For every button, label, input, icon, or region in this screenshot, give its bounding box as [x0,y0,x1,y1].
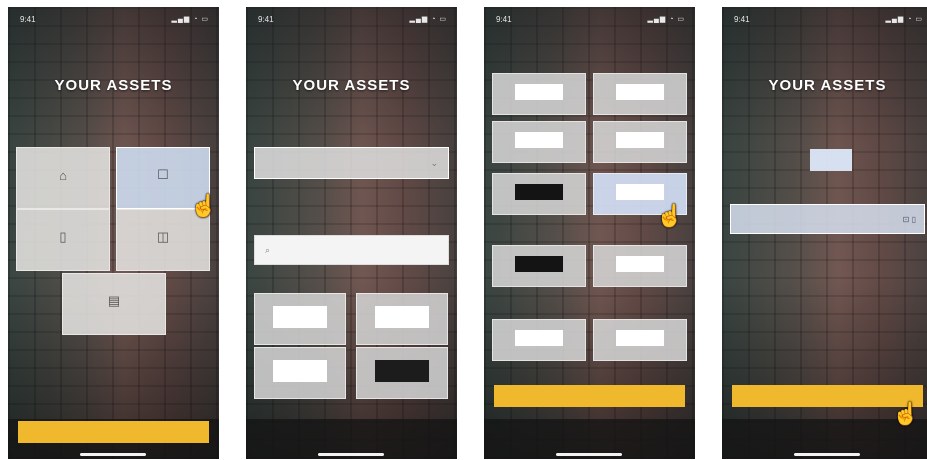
search-icon: ⌕ [265,244,271,255]
brand-tile[interactable] [593,319,687,361]
page-title: YOUR ASSETS [54,77,173,94]
status-icons: ▂▄▆ ◔ ▭ [647,16,685,23]
hand-cursor-icon: ☝ [190,193,218,218]
brand-search-input[interactable]: ⌕ [254,235,449,265]
brand-logo [616,256,664,272]
brand-logo [273,305,327,328]
asset-type-dropdown[interactable]: ⌄ [254,147,449,179]
brand-logo [616,132,664,148]
brand-tile[interactable] [492,73,586,115]
brand-tile[interactable] [356,347,448,399]
brand-logo [375,359,429,382]
brand-logo [515,132,563,148]
brand-tile[interactable] [356,293,448,345]
home-indicator [556,453,622,456]
brand-tile[interactable] [492,121,586,163]
brand-logo [616,184,664,200]
brand-tile[interactable] [593,121,687,163]
brand-tile[interactable] [593,73,687,115]
page-title: YOUR ASSETS [768,77,887,94]
selected-brand-chip[interactable] [810,149,852,171]
chevron-down-icon: ⌄ [430,157,438,168]
asset-tile[interactable]: ▯ [16,209,110,271]
home-indicator [794,453,860,456]
status-bar: 9:41 ▂▄▆ ◔ ▭ [730,13,925,27]
status-icons: ▂▄▆ ◔ ▭ [409,16,447,23]
status-icons: ▂▄▆ ◔ ▭ [171,16,209,23]
page-title: YOUR ASSETS [292,77,411,94]
status-time: 9:41 [258,15,274,24]
brand-tile[interactable] [593,245,687,287]
brand-logo [273,359,327,382]
brand-tile[interactable] [492,245,586,287]
asset-icon: ▯ [59,229,67,244]
asset-icon: ☐ [157,167,169,182]
brand-tile[interactable] [254,293,346,345]
asset-tile[interactable]: ⌂ [16,147,110,209]
status-icons: ▂▄▆ ◔ ▭ [885,16,923,23]
brand-tile[interactable] [254,347,346,399]
home-indicator [80,453,146,456]
brand-logo [515,256,563,272]
asset-icon: ⌂ [59,167,67,183]
asset-tile[interactable]: ▤ [62,273,166,335]
asset-model-input[interactable]: ⊡ ▯ [730,204,925,234]
brand-logo [515,184,563,200]
status-bar: 9:41 ▂▄▆ ◔ ▭ [492,13,687,27]
hand-cursor-icon: ☝ [656,203,684,228]
brand-logo [616,330,664,346]
brand-logo [616,84,664,100]
home-indicator [318,453,384,456]
brand-tile[interactable] [492,319,586,361]
next-button[interactable] [494,385,685,407]
hand-cursor-icon: ☝ [892,401,920,426]
screen-asset-details: 9:41 ▂▄▆ ◔ ▭ YOUR ASSETS ⊡ ▯ ☝ [722,7,927,459]
status-time: 9:41 [496,15,512,24]
status-time: 9:41 [20,15,36,24]
input-trailing-icon[interactable]: ⊡ ▯ [903,215,916,224]
asset-icon: ◫ [156,229,170,244]
status-time: 9:41 [734,15,750,24]
screen-brand-grid: 9:41 ▂▄▆ ◔ ▭ ☝ [484,7,695,459]
asset-icon: ▤ [107,293,121,308]
screen-asset-type: 9:41 ▂▄▆ ◔ ▭ YOUR ASSETS ⌂ ☐ ▯ ◫ ▤ ☝ [8,7,219,459]
brand-logo [515,330,563,346]
next-button[interactable] [18,421,209,443]
brand-logo [515,84,563,100]
brand-logo [375,305,429,328]
screen-brand-search: 9:41 ▂▄▆ ◔ ▭ YOUR ASSETS ⌄ ⌕ [246,7,457,459]
brand-tile[interactable] [492,173,586,215]
status-bar: 9:41 ▂▄▆ ◔ ▭ [16,13,211,27]
status-bar: 9:41 ▂▄▆ ◔ ▭ [254,13,449,27]
